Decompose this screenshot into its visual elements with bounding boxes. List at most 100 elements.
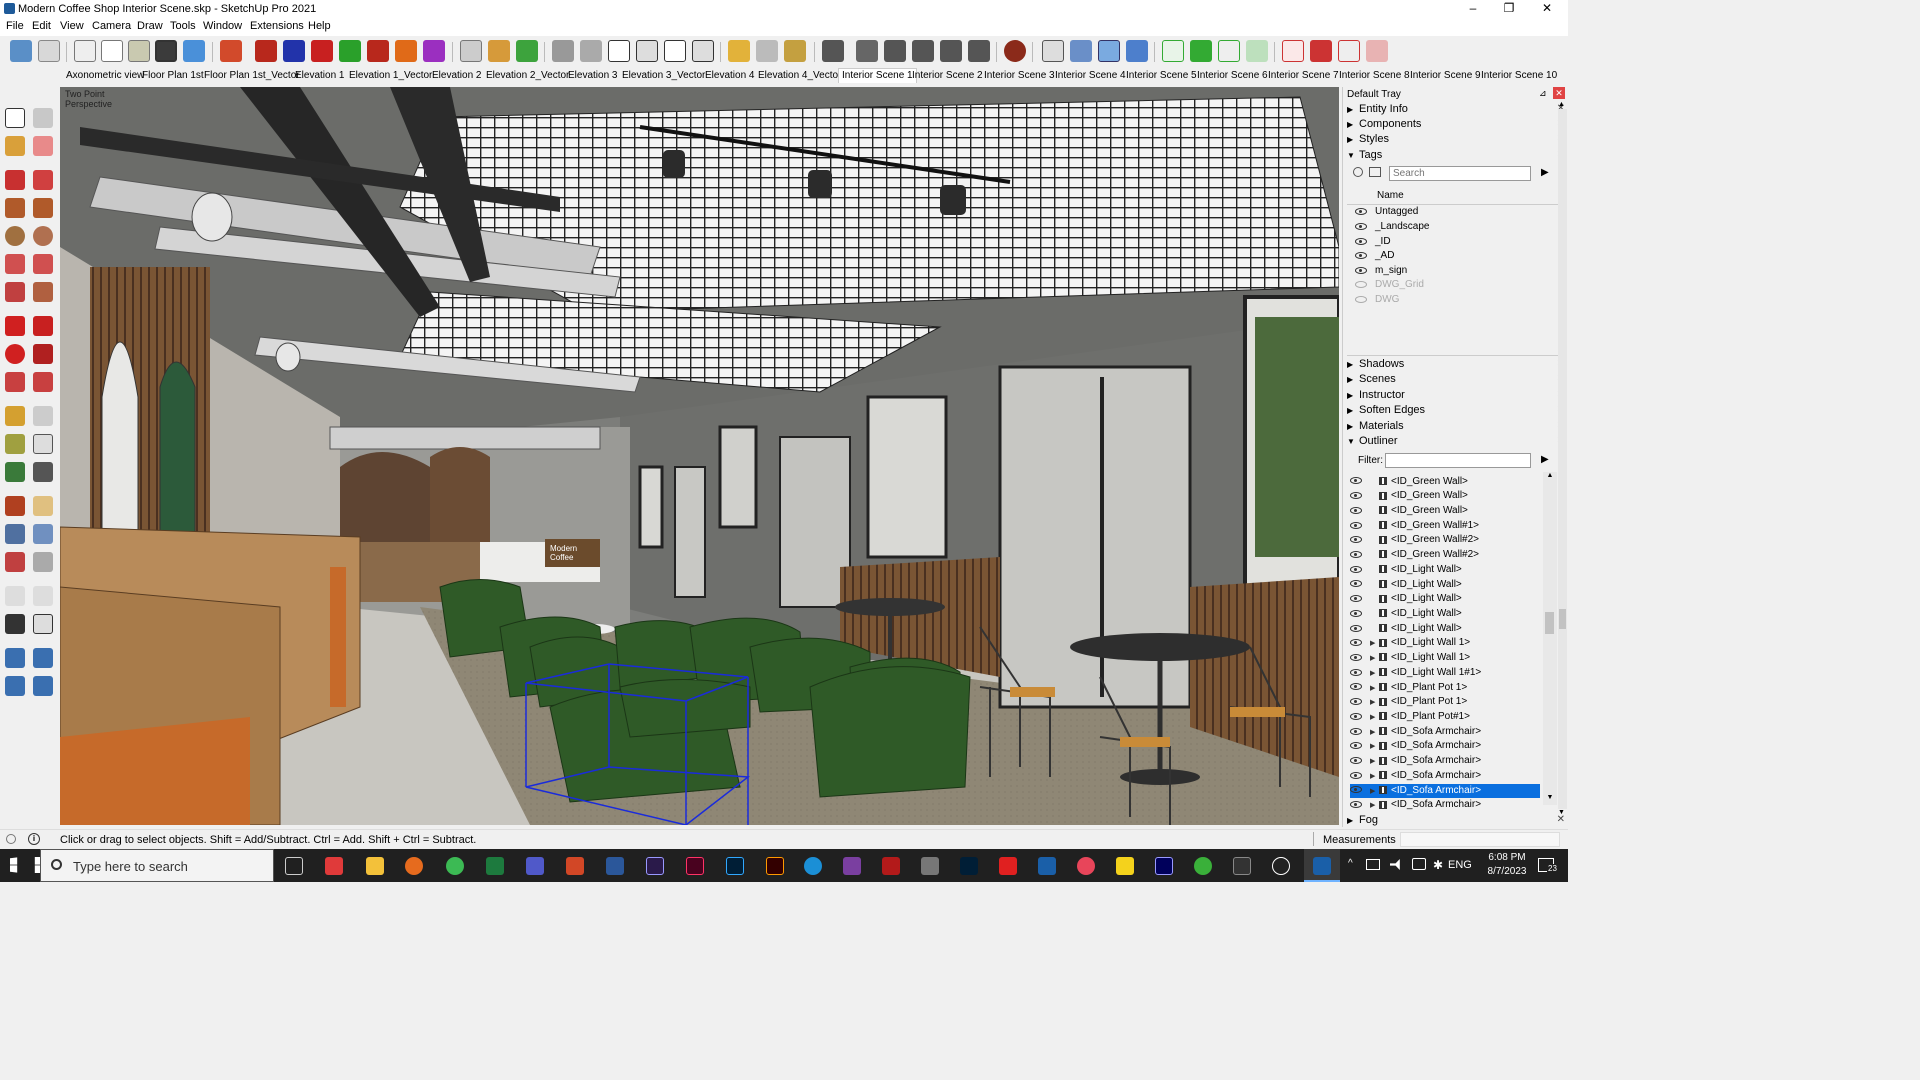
display-section-planes-icon[interactable]: [1126, 40, 1148, 62]
outliner-row[interactable]: <ID_Green Wall>: [1350, 489, 1540, 504]
model-viewport[interactable]: Modern Coffee: [60, 87, 1339, 825]
section-outliner[interactable]: ▼Outliner✕: [1347, 435, 1565, 450]
front-view-icon[interactable]: [912, 40, 934, 62]
eye-icon[interactable]: [1350, 565, 1362, 573]
menu-camera[interactable]: Camera: [92, 20, 131, 32]
tag-row[interactable]: Untagged: [1355, 206, 1555, 220]
sandbox-from-contours-icon[interactable]: [220, 40, 242, 62]
tray-overflow-icon[interactable]: ^: [1348, 858, 1353, 869]
outliner-row[interactable]: ▶ <ID_Sofa Armchair>: [1350, 798, 1540, 813]
scroll-thumb[interactable]: [1545, 612, 1554, 634]
outliner-row[interactable]: ▶ <ID_Plant Pot#1>: [1350, 710, 1540, 725]
geo-location-icon[interactable]: [6, 834, 16, 844]
outer-shell-icon[interactable]: [460, 40, 482, 62]
monochrome-icon[interactable]: [183, 40, 205, 62]
green-tool-icon[interactable]: [1246, 40, 1268, 62]
zoom-icon[interactable]: [5, 524, 25, 544]
add-detail-icon[interactable]: [367, 40, 389, 62]
menu-help[interactable]: Help: [308, 20, 331, 32]
trim-icon[interactable]: [516, 40, 538, 62]
select-arrow-icon[interactable]: [5, 108, 25, 128]
tag-row-hidden[interactable]: DWG: [1355, 294, 1555, 308]
section-styles[interactable]: ▶Styles✕: [1347, 133, 1565, 148]
tag-row[interactable]: _AD: [1355, 250, 1555, 264]
scene-tab-active[interactable]: Interior Scene 1: [838, 68, 917, 83]
tape-measure-icon[interactable]: [5, 406, 25, 426]
scene-tab[interactable]: Elevation 1_Vector: [349, 70, 432, 81]
app-red-icon[interactable]: [1077, 857, 1095, 875]
eye-icon[interactable]: [1355, 222, 1367, 230]
scene-tab[interactable]: Elevation 3: [568, 70, 617, 81]
tag-row[interactable]: _Landscape: [1355, 221, 1555, 235]
pencil-line-icon[interactable]: [5, 170, 25, 190]
eye-icon[interactable]: [1350, 727, 1362, 735]
pie-icon[interactable]: [33, 282, 53, 302]
offset-icon[interactable]: [33, 372, 53, 392]
scene-tab[interactable]: Interior Scene 2: [912, 70, 983, 81]
ruby-console-icon[interactable]: [1004, 40, 1026, 62]
excel-icon[interactable]: [486, 857, 504, 875]
scroll-up-icon[interactable]: ▲: [1558, 101, 1565, 108]
outliner-row[interactable]: <ID_Light Wall>: [1350, 592, 1540, 607]
scroll-thumb[interactable]: [1559, 609, 1566, 629]
app-green-icon[interactable]: [1194, 857, 1212, 875]
autocad-icon[interactable]: [999, 857, 1017, 875]
eye-icon[interactable]: [1350, 595, 1362, 603]
app-icon[interactable]: [843, 857, 861, 875]
scene-tab[interactable]: Interior Scene 7: [1268, 70, 1339, 81]
xray-icon[interactable]: [74, 40, 96, 62]
house-back-icon[interactable]: [664, 40, 686, 62]
powerpoint-icon[interactable]: [566, 857, 584, 875]
flip-edge-icon[interactable]: [395, 40, 417, 62]
send-to-layout-icon[interactable]: [822, 40, 844, 62]
section-instructor[interactable]: ▶Instructor✕: [1347, 389, 1565, 404]
section-shadows[interactable]: ▶Shadows✕: [1347, 358, 1565, 373]
scene-tab[interactable]: Interior Scene 3: [984, 70, 1055, 81]
circle-icon[interactable]: [5, 226, 25, 246]
menu-view[interactable]: View: [60, 20, 84, 32]
eye-hidden-icon[interactable]: [1355, 280, 1367, 288]
drape-icon[interactable]: [339, 40, 361, 62]
clock-date[interactable]: 8/7/2023: [1482, 866, 1532, 877]
outliner-row[interactable]: ▶ <ID_Light Wall 1>: [1350, 651, 1540, 666]
protractor-icon[interactable]: [5, 434, 25, 454]
outliner-row[interactable]: <ID_Green Wall#2>: [1350, 533, 1540, 548]
expand-triangle-icon[interactable]: ▶: [1370, 740, 1379, 754]
chrome-icon[interactable]: [446, 857, 464, 875]
scene-tab[interactable]: Elevation 2: [432, 70, 481, 81]
rectangle-icon[interactable]: [5, 198, 25, 218]
zoom-extents-icon[interactable]: [5, 552, 25, 572]
eye-hidden-icon[interactable]: [1355, 295, 1367, 303]
expand-triangle-icon[interactable]: ▶: [1370, 799, 1379, 813]
scene-tab[interactable]: Elevation 2_Vector: [486, 70, 569, 81]
expand-triangle-icon[interactable]: ▶: [1370, 667, 1379, 681]
pan-hand-icon[interactable]: [33, 496, 53, 516]
rotate-icon[interactable]: [5, 344, 25, 364]
eye-icon[interactable]: [1350, 506, 1362, 514]
sticky-notes-icon[interactable]: [1116, 857, 1134, 875]
eye-icon[interactable]: [1355, 207, 1367, 215]
move-icon[interactable]: [5, 316, 25, 336]
three-point-arc-icon[interactable]: [5, 282, 25, 302]
outliner-row[interactable]: ▶ <ID_Sofa Armchair>: [1350, 769, 1540, 784]
eye-icon[interactable]: [1350, 580, 1362, 588]
tray-scrollbar[interactable]: ▲ ▼: [1558, 101, 1567, 816]
outliner-row[interactable]: <ID_Green Wall#2>: [1350, 548, 1540, 563]
axes-icon[interactable]: [1042, 40, 1064, 62]
hidden-line-icon[interactable]: [101, 40, 123, 62]
sandbox-tool-icon[interactable]: [33, 648, 53, 668]
scene-tab[interactable]: Elevation 4_Vector: [758, 70, 841, 81]
arc-icon[interactable]: [5, 254, 25, 274]
word-icon[interactable]: [606, 857, 624, 875]
eye-icon[interactable]: [1350, 536, 1362, 544]
measurements-input[interactable]: [1400, 832, 1560, 847]
section-plane-tool-icon[interactable]: [33, 614, 53, 634]
eye-icon[interactable]: [1355, 237, 1367, 245]
menu-extensions[interactable]: Extensions: [250, 20, 304, 32]
scene-tab[interactable]: Interior Scene 5: [1126, 70, 1197, 81]
expand-triangle-icon[interactable]: ▶: [1370, 770, 1379, 784]
outliner-row[interactable]: <ID_Light Wall>: [1350, 578, 1540, 593]
eye-icon[interactable]: [1355, 266, 1367, 274]
dimension-icon[interactable]: [33, 406, 53, 426]
back-view-icon[interactable]: [968, 40, 990, 62]
